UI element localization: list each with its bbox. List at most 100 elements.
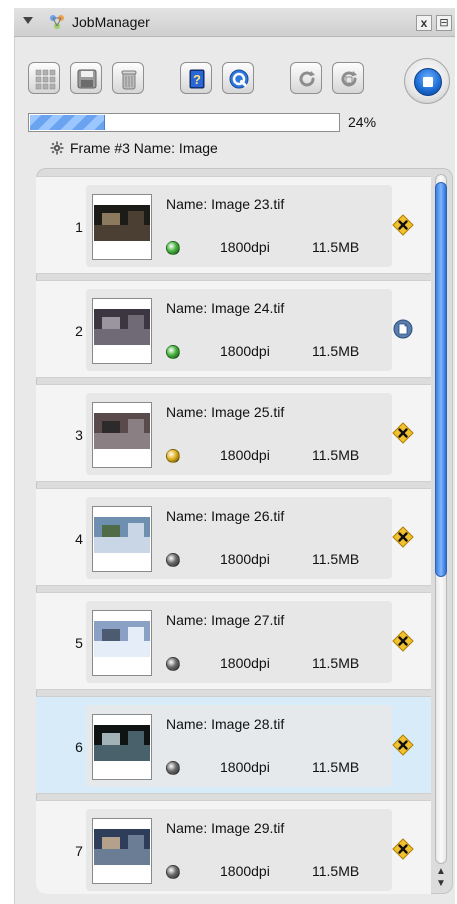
job-name: Name: Image 25.tif [166, 404, 285, 420]
job-name: Name: Image 28.tif [166, 716, 285, 732]
job-index: 6 [75, 739, 83, 755]
job-dpi: 1800dpi [220, 239, 270, 255]
job-index: 1 [75, 219, 83, 235]
refresh-icon [299, 71, 315, 87]
thumbnail-image [94, 517, 150, 553]
thumbnail-image [94, 413, 150, 449]
job-manager-panel: JobManager x ⊟ ? 24% Frame #3 Name: Imag… [14, 8, 455, 904]
vertical-scrollbar[interactable]: ▲ ▼ [432, 174, 450, 890]
job-list: 1 Name: Image 23.tif 1800dpi 11.5MB 2 Name: I… [36, 168, 453, 894]
grid-icon [35, 69, 56, 90]
svg-text:?: ? [193, 72, 201, 87]
job-size: 11.5MB [312, 655, 360, 671]
job-name: Name: Image 26.tif [166, 508, 285, 524]
cancel-icon[interactable] [392, 214, 414, 236]
document-icon[interactable] [392, 318, 414, 340]
refresh-button[interactable] [290, 62, 322, 94]
job-row[interactable]: 1 Name: Image 23.tif 1800dpi 11.5MB [36, 176, 431, 274]
job-card[interactable]: Name: Image 29.tif 1800dpi 11.5MB [86, 809, 392, 891]
job-row[interactable]: 6 Name: Image 28.tif 1800dpi 11.5MB [36, 696, 431, 794]
jobmanager-app-icon [50, 15, 64, 29]
collapse-arrow-icon[interactable] [23, 17, 33, 24]
status-indicator-icon [166, 449, 180, 463]
title-bar: JobManager x ⊟ [14, 8, 455, 37]
image-thumbnail [92, 610, 152, 676]
job-dpi: 1800dpi [220, 343, 270, 359]
job-row[interactable]: 3 Name: Image 25.tif 1800dpi 11.5MB [36, 384, 431, 482]
current-frame-label: Frame #3 Name: Image [70, 140, 218, 156]
job-name: Name: Image 29.tif [166, 820, 285, 836]
gear-icon [50, 141, 64, 155]
cancel-icon[interactable] [392, 734, 414, 756]
cancel-icon[interactable] [392, 422, 414, 444]
job-card[interactable]: Name: Image 27.tif 1800dpi 11.5MB [86, 601, 392, 683]
job-size: 11.5MB [312, 343, 360, 359]
job-size: 11.5MB [312, 239, 360, 255]
quicktime-icon [229, 69, 249, 89]
job-row[interactable]: 7 Name: Image 29.tif 1800dpi 11.5MB [36, 800, 431, 894]
status-indicator-icon [166, 657, 180, 671]
image-thumbnail [92, 818, 152, 884]
status-indicator-icon [166, 345, 180, 359]
cancel-icon[interactable] [392, 630, 414, 652]
scroll-down-arrow-icon[interactable]: ▼ [435, 878, 447, 890]
job-name: Name: Image 24.tif [166, 300, 285, 316]
panel-menu-icon[interactable]: ⊟ [436, 15, 452, 31]
image-thumbnail [92, 402, 152, 468]
job-index: 2 [75, 323, 83, 339]
job-index: 4 [75, 531, 83, 547]
job-size: 11.5MB [312, 863, 360, 879]
job-index: 5 [75, 635, 83, 651]
job-dpi: 1800dpi [220, 655, 270, 671]
status-indicator-icon [166, 553, 180, 567]
job-size: 11.5MB [312, 551, 360, 567]
status-indicator-icon [166, 761, 180, 775]
trash-button[interactable] [112, 62, 144, 94]
cancel-icon[interactable] [392, 526, 414, 548]
save-button[interactable] [70, 62, 102, 94]
thumbnail-image [94, 621, 150, 657]
job-index: 3 [75, 427, 83, 443]
refresh-alt-icon [341, 71, 357, 87]
job-name: Name: Image 27.tif [166, 612, 285, 628]
floppy-disk-icon [77, 69, 97, 89]
job-card[interactable]: Name: Image 25.tif 1800dpi 11.5MB [86, 393, 392, 475]
job-row[interactable]: 4 Name: Image 26.tif 1800dpi 11.5MB [36, 488, 431, 586]
close-icon[interactable]: x [416, 15, 432, 31]
stop-square [423, 77, 433, 87]
job-size: 11.5MB [312, 447, 360, 463]
scroll-up-arrow-icon[interactable]: ▲ [435, 866, 447, 878]
job-dpi: 1800dpi [220, 759, 270, 775]
trash-can-icon [121, 70, 137, 90]
cancel-icon[interactable] [392, 838, 414, 860]
image-thumbnail [92, 714, 152, 780]
job-dpi: 1800dpi [220, 551, 270, 567]
help-button[interactable]: ? [180, 62, 212, 94]
image-thumbnail [92, 298, 152, 364]
scrollbar-thumb[interactable] [435, 182, 447, 577]
thumbnail-image [94, 205, 150, 241]
job-index: 7 [75, 843, 83, 859]
job-row[interactable]: 5 Name: Image 27.tif 1800dpi 11.5MB [36, 592, 431, 690]
status-indicator-icon [166, 241, 180, 255]
thumbnail-image [94, 829, 150, 865]
job-card[interactable]: Name: Image 26.tif 1800dpi 11.5MB [86, 497, 392, 579]
job-card[interactable]: Name: Image 24.tif 1800dpi 11.5MB [86, 289, 392, 371]
stop-button[interactable] [404, 58, 450, 104]
progress-fill [30, 115, 105, 130]
job-size: 11.5MB [312, 759, 360, 775]
progress-bar [28, 113, 340, 132]
job-name: Name: Image 23.tif [166, 196, 285, 212]
job-dpi: 1800dpi [220, 863, 270, 879]
help-book-icon: ? [189, 69, 205, 89]
preview-button[interactable] [222, 62, 254, 94]
thumbnail-image [94, 725, 150, 761]
image-thumbnail [92, 194, 152, 260]
job-row[interactable]: 2 Name: Image 24.tif 1800dpi 11.5MB [36, 280, 431, 378]
job-card[interactable]: Name: Image 28.tif 1800dpi 11.5MB [86, 705, 392, 787]
grid-button[interactable] [28, 62, 60, 94]
window-title: JobManager [72, 14, 150, 30]
job-dpi: 1800dpi [220, 447, 270, 463]
refresh-alt-button[interactable] [332, 62, 364, 94]
job-card[interactable]: Name: Image 23.tif 1800dpi 11.5MB [86, 185, 392, 267]
